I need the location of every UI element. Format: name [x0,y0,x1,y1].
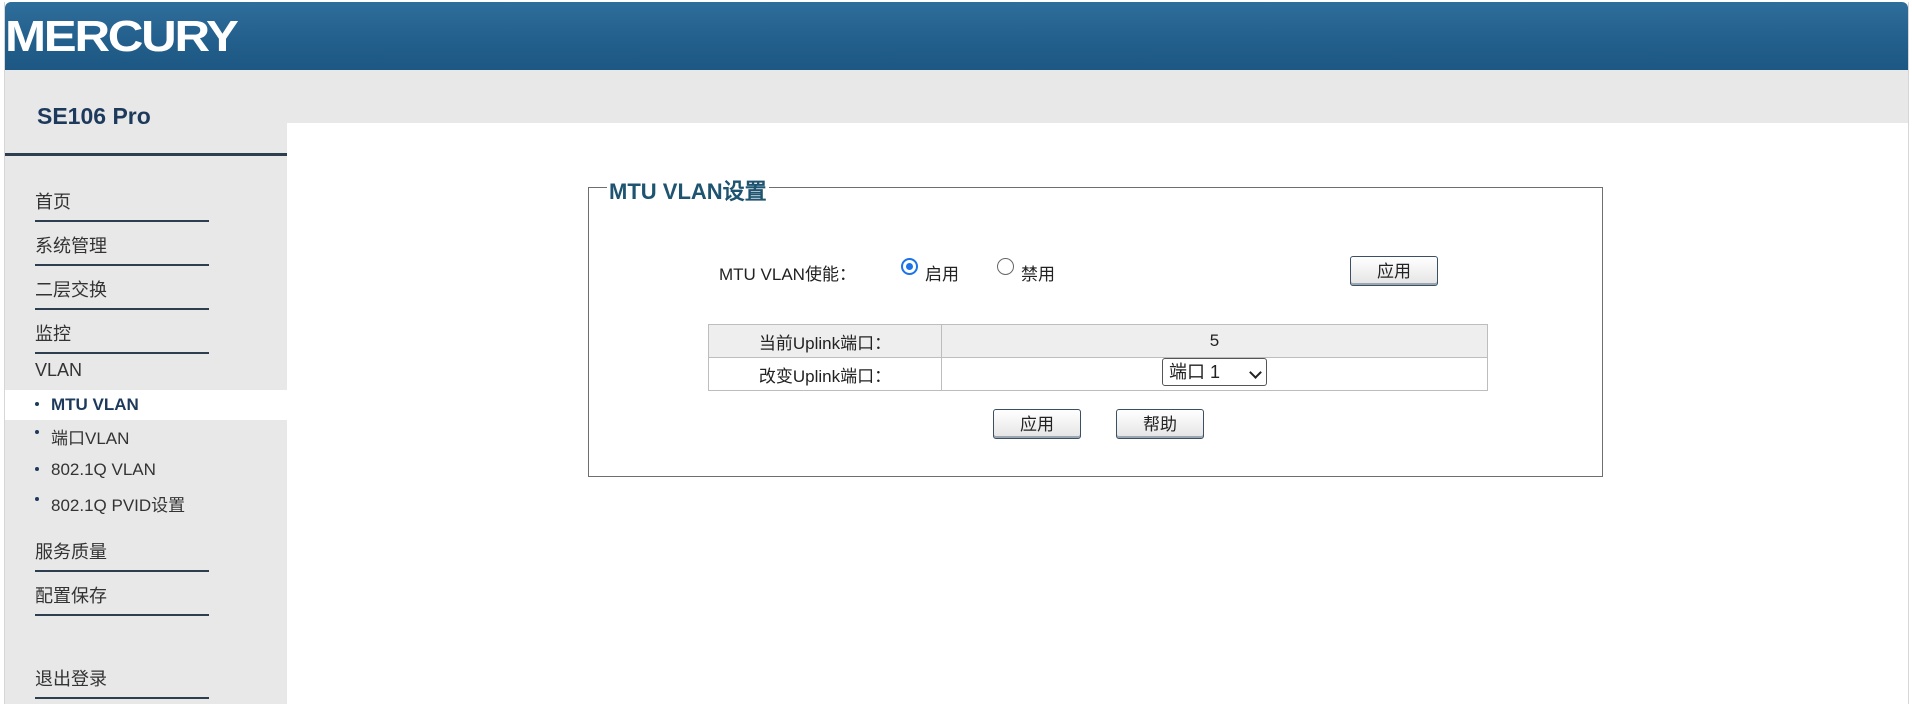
sidebar-item-pvid[interactable]: 802.1Q PVID设置 [5,491,287,521]
disable-radio-label[interactable]: 禁用 [1021,260,1055,285]
disable-radio[interactable] [997,258,1014,275]
nav-system[interactable]: 系统管理 [35,232,209,266]
current-uplink-label: 当前Uplink端口： [708,324,942,358]
nav-home[interactable]: 首页 [35,188,209,222]
section-title: MTU VLAN设置 [607,174,769,206]
sidebar-item-label: 端口VLAN [51,429,130,448]
enable-radio-label[interactable]: 启用 [925,260,959,285]
header-bar: MERCURY [5,2,1908,70]
chevron-down-icon [1249,366,1262,379]
table-row: 改变Uplink端口： [708,357,1488,391]
model-divider [5,153,287,156]
bullet-icon [35,401,39,406]
sidebar-item-8021q-vlan[interactable]: 802.1Q VLAN [5,455,287,485]
sidebar-item-label: 802.1Q VLAN [51,460,156,479]
uplink-table: 当前Uplink端口： 5 改变Uplink端口： [708,324,1488,391]
nav-monitor[interactable]: 监控 [35,320,209,354]
nav-logout[interactable]: 退出登录 [35,665,209,699]
current-uplink-value: 5 [941,324,1488,358]
sidebar-item-label: 802.1Q PVID设置 [51,496,186,515]
nav-l2-switch[interactable]: 二层交换 [35,276,209,310]
nav-save-config[interactable]: 配置保存 [35,582,209,616]
bullet-icon [35,496,39,501]
enable-radio[interactable] [901,258,918,275]
apply-enable-button[interactable]: 应用 [1350,256,1438,286]
help-button[interactable]: 帮助 [1116,409,1204,439]
sidebar-item-mtu-vlan[interactable]: MTU VLAN [5,390,287,420]
nav-qos[interactable]: 服务质量 [35,538,209,572]
sidebar-item-label: MTU VLAN [51,395,139,414]
table-row: 当前Uplink端口： 5 [708,324,1488,358]
sidebar-item-port-vlan[interactable]: 端口VLAN [5,424,287,454]
bullet-icon [35,466,39,471]
bullet-icon [35,429,39,434]
uplink-port-select-value: 端口 1 [1169,362,1221,382]
brand-logo: MERCURY [5,12,239,61]
apply-button[interactable]: 应用 [993,409,1081,439]
top-band [5,70,1908,123]
sidebar: SE106 Pro 首页 系统管理 二层交换 监控 VLAN MTU VLAN … [5,70,287,704]
device-model: SE106 Pro [37,103,151,129]
uplink-port-select[interactable]: 端口 1 [1162,358,1267,386]
nav-vlan[interactable]: VLAN [35,360,82,381]
change-uplink-label: 改变Uplink端口： [708,357,942,391]
enable-label: MTU VLAN使能： [719,265,856,284]
